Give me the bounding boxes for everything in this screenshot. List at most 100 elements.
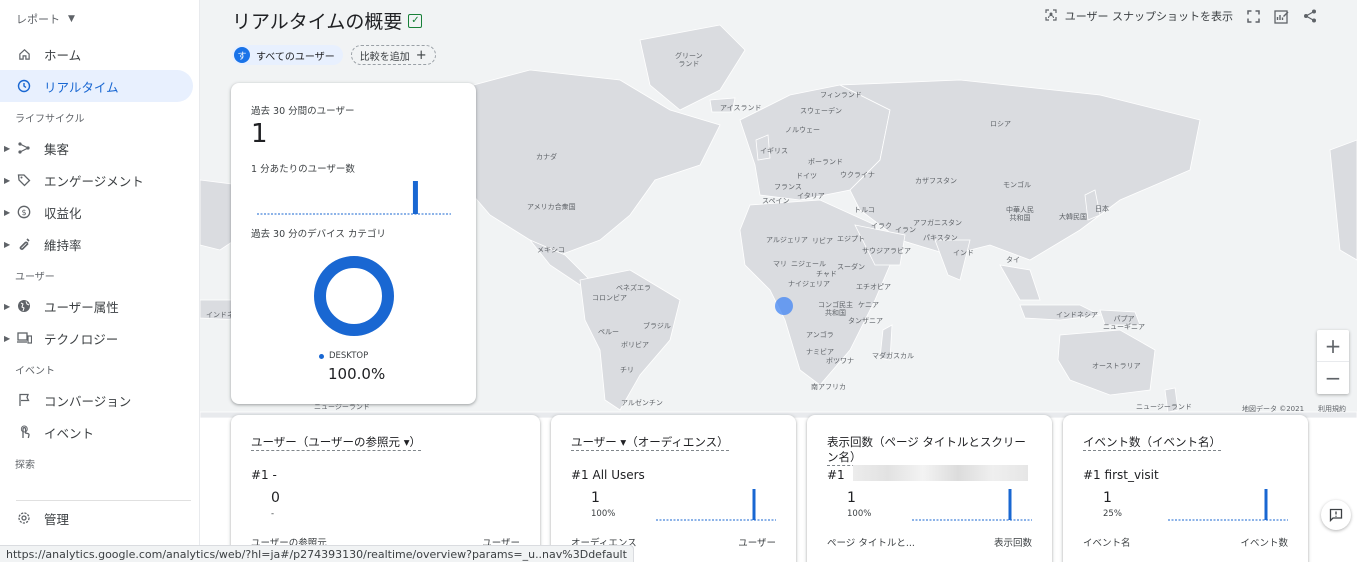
sidebar-item-label: ホーム xyxy=(44,47,82,63)
map-country-label: スーダン xyxy=(837,263,865,271)
sidebar-item-acquisition[interactable]: ▶ 集客 xyxy=(0,132,199,164)
map-country-label: エチオピア xyxy=(856,283,891,291)
page-title: リアルタイムの概要 ✓ xyxy=(232,7,423,34)
card-audience: ユーザー ▾（オーディエンス） #1 All Users 1 100% オーディ… xyxy=(551,415,796,562)
expand-arrow-icon[interactable]: ▶ xyxy=(4,334,10,343)
map-credit: 地図データ ©2021 xyxy=(1242,405,1305,413)
globe-icon xyxy=(16,298,32,314)
share-icon[interactable] xyxy=(1303,9,1317,23)
map-country-label: インドネシア xyxy=(1056,311,1098,319)
reports-header[interactable]: レポート ▼ xyxy=(0,0,199,38)
card-title[interactable]: 表示回数（ページ タイトルとスクリーン名） xyxy=(827,435,1027,466)
map-country-label: ドイツ xyxy=(796,172,817,180)
browser-status-url: https://analytics.google.com/analytics/w… xyxy=(0,545,634,562)
card-value: 1 xyxy=(591,490,600,506)
users-30min-label: 過去 30 分間のユーザー xyxy=(251,106,355,117)
sidebar-item-engagement[interactable]: ▶ エンゲージメント xyxy=(0,164,199,196)
card-page-views: 表示回数（ページ タイトルとスクリーン名） #1 1 100% ページ タイトル… xyxy=(807,415,1052,562)
donut-slice-desktop xyxy=(314,256,394,336)
feedback-icon xyxy=(1329,508,1343,522)
card-title[interactable]: ユーザー（ユーザーの参照元 ▾） xyxy=(251,435,421,451)
map-country-label: 中華人民 共和国 xyxy=(1006,206,1034,222)
expand-arrow-icon[interactable]: ▶ xyxy=(4,302,10,311)
user-snapshot-button[interactable]: ユーザー スナップショットを表示 xyxy=(1045,8,1233,24)
map-country-label: 大韓民国 xyxy=(1059,213,1087,221)
zoom-out-button[interactable]: − xyxy=(1317,362,1349,394)
sidebar-item-monetization[interactable]: ▶ $ 収益化 xyxy=(0,196,199,228)
segment-chip-all-users[interactable]: す すべてのユーザー xyxy=(232,45,343,65)
user-location-marker xyxy=(775,297,793,315)
chevron-down-icon: ▼ xyxy=(68,14,75,24)
map-terms-link[interactable]: 利用規約 xyxy=(1318,404,1346,414)
sidebar-item-events[interactable]: イベント xyxy=(0,416,199,448)
sidebar-item-conversions[interactable]: コンバージョン xyxy=(0,384,199,416)
map-country-label: アイスランド xyxy=(720,104,762,112)
col-header-metric: イベント数 xyxy=(1240,538,1288,549)
card-value: 1 xyxy=(1103,490,1112,506)
zoom-in-button[interactable]: + xyxy=(1317,330,1349,362)
device-legend: DESKTOP xyxy=(319,351,368,361)
col-header-dimension: イベント名 xyxy=(1083,538,1131,549)
card-mini-chart[interactable] xyxy=(912,487,1032,521)
customize-report-icon[interactable] xyxy=(1274,9,1289,24)
expand-arrow-icon[interactable]: ▶ xyxy=(4,208,10,217)
users-per-minute-chart[interactable] xyxy=(257,179,451,215)
card-rank: #1 first_visit xyxy=(1083,468,1159,482)
card-mini-chart[interactable] xyxy=(656,487,776,521)
sidebar-item-label: 維持率 xyxy=(44,237,82,253)
gear-icon xyxy=(16,510,32,526)
feedback-button[interactable] xyxy=(1321,500,1351,530)
expand-arrow-icon[interactable]: ▶ xyxy=(4,144,10,153)
card-title[interactable]: イベント数（イベント名） xyxy=(1083,435,1221,451)
map-country-label: スペイン xyxy=(762,197,790,205)
map-country-label: ベネズエラ xyxy=(616,284,651,292)
section-events: イベント xyxy=(15,365,55,377)
add-comparison-button[interactable]: 比較を追加 + xyxy=(350,45,436,65)
map-country-label: カザフスタン xyxy=(915,177,957,185)
add-comparison-label: 比較を追加 xyxy=(359,51,410,63)
segment-chip-label: すべてのユーザー xyxy=(256,51,335,63)
top-toolbar: ユーザー スナップショットを表示 xyxy=(1045,8,1317,24)
expand-arrow-icon[interactable]: ▶ xyxy=(4,176,10,185)
chart-bar xyxy=(412,181,418,214)
card-mini-chart[interactable] xyxy=(1168,487,1288,521)
legend-dot xyxy=(319,353,324,359)
col-header-dimension: ページ タイトルと... xyxy=(827,538,915,549)
sidebar: レポート ▼ ホーム リアルタイム ライフサイクル ▶ 集客 ▶ エンゲージメン… xyxy=(0,0,200,562)
section-explore: 探索 xyxy=(15,459,35,471)
expand-arrow-icon[interactable]: ▶ xyxy=(4,240,10,249)
map-country-label: イギリス xyxy=(760,147,788,155)
sidebar-item-user-attributes[interactable]: ▶ ユーザー属性 xyxy=(0,290,199,322)
map-country-label: メキシコ xyxy=(537,246,565,254)
map-country-label: フランス xyxy=(774,183,802,191)
map-country-label: ボツワナ xyxy=(826,357,854,365)
realtime-overview-card: 過去 30 分間のユーザー 1 1 分あたりのユーザー数 過去 30 分のデバイ… xyxy=(231,83,476,404)
verified-check-icon[interactable]: ✓ xyxy=(408,13,423,28)
plus-icon: + xyxy=(415,47,427,63)
device-donut-chart[interactable] xyxy=(311,253,397,339)
map-country-label: ノルウェー xyxy=(785,126,820,134)
sidebar-item-retention[interactable]: ▶ 維持率 xyxy=(0,228,199,260)
map-country-label: フィンランド xyxy=(820,91,862,99)
map-country-label: ペルー xyxy=(598,328,619,336)
user-snapshot-label: ユーザー スナップショットを表示 xyxy=(1064,10,1233,23)
sidebar-item-admin[interactable]: 管理 xyxy=(0,502,200,534)
sidebar-item-home[interactable]: ホーム xyxy=(0,38,199,70)
map-country-label: 南アフリカ xyxy=(811,383,846,391)
sidebar-item-technology[interactable]: ▶ テクノロジー xyxy=(0,322,199,354)
map-zoom-controls: + − xyxy=(1317,330,1349,394)
map-country-label: ナイジェリア xyxy=(788,280,830,288)
map-country-label: チリ xyxy=(620,366,634,374)
segment-avatar: す xyxy=(234,47,250,63)
svg-text:$: $ xyxy=(21,208,26,217)
map-country-label: マダガスカル xyxy=(872,352,914,360)
map-country-label: イラク xyxy=(871,222,892,230)
tag-icon xyxy=(16,172,32,188)
fullscreen-icon[interactable] xyxy=(1247,9,1260,23)
map-country-label: アンゴラ xyxy=(806,331,834,339)
clock-icon xyxy=(16,78,32,94)
sidebar-item-realtime[interactable]: リアルタイム xyxy=(0,70,193,102)
card-title[interactable]: ユーザー ▾（オーディエンス） xyxy=(571,435,729,451)
card-user-source: ユーザー（ユーザーの参照元 ▾） #1 - 0 - ユーザーの参照元 ユーザー xyxy=(231,415,540,562)
card-value: 1 xyxy=(847,490,856,506)
